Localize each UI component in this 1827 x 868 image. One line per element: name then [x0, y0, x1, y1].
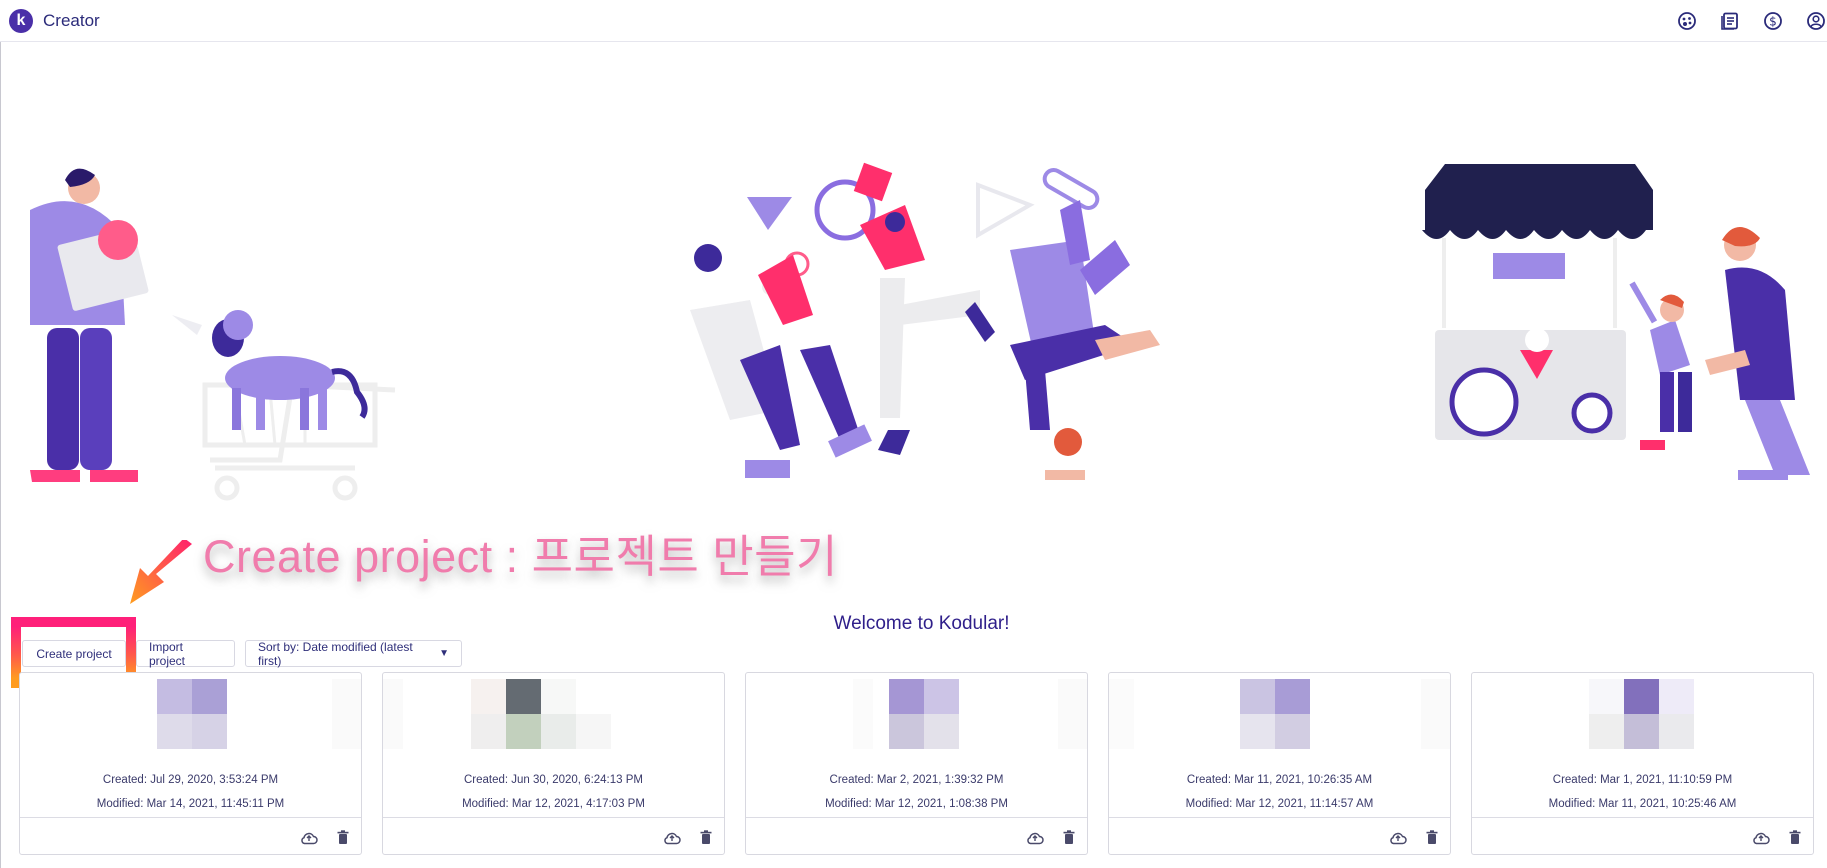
- project-grid: Created: Jul 29, 2020, 3:53:24 PM Modifi…: [19, 672, 1814, 855]
- project-card[interactable]: Created: Mar 11, 2021, 10:26:35 AM Modif…: [1108, 672, 1451, 855]
- modified-date: Modified: Mar 14, 2021, 11:45:11 PM: [96, 798, 285, 810]
- project-thumbnail: [20, 679, 361, 755]
- card-footer: [1109, 817, 1450, 855]
- modified-date: Modified: Mar 12, 2021, 4:17:03 PM: [462, 798, 645, 810]
- dancers-illustration: [690, 162, 1160, 480]
- cloud-upload-icon[interactable]: [1026, 829, 1044, 846]
- top-bar: k Creator $: [0, 0, 1827, 42]
- ice-cream-stand-illustration: [1422, 164, 1810, 480]
- top-icons: $: [1676, 10, 1827, 32]
- palette-icon[interactable]: [1676, 10, 1698, 32]
- project-card[interactable]: Created: Mar 1, 2021, 11:10:59 PM Modifi…: [1471, 672, 1814, 855]
- delete-icon[interactable]: [1423, 829, 1441, 846]
- cloud-upload-icon[interactable]: [663, 829, 681, 846]
- project-thumbnail: [1109, 679, 1450, 755]
- hero-illustration: [30, 162, 1810, 501]
- project-card[interactable]: Created: Mar 2, 2021, 1:39:32 PM Modifie…: [745, 672, 1088, 855]
- delete-icon[interactable]: [1060, 829, 1078, 846]
- create-project-button[interactable]: Create project: [22, 640, 126, 667]
- cloud-upload-icon[interactable]: [300, 829, 318, 846]
- kodular-logo[interactable]: k: [9, 9, 33, 33]
- created-date: Created: Mar 1, 2021, 11:10:59 PM: [1552, 774, 1733, 786]
- chevron-down-icon: ▼: [439, 648, 449, 659]
- project-toolbar: Create project Import project Sort by: D…: [22, 639, 462, 668]
- delete-icon[interactable]: [697, 829, 715, 846]
- modified-date: Modified: Mar 11, 2021, 10:25:46 AM: [1548, 798, 1737, 810]
- project-thumbnail: [1472, 679, 1813, 755]
- card-footer: [20, 817, 361, 855]
- created-date: Created: Jun 30, 2020, 6:24:13 PM: [463, 774, 643, 786]
- docs-icon[interactable]: [1719, 10, 1741, 32]
- dollar-icon[interactable]: $: [1762, 10, 1784, 32]
- project-thumbnail: [746, 679, 1087, 755]
- card-footer: [746, 817, 1087, 855]
- card-footer: [1472, 817, 1813, 855]
- project-card[interactable]: Created: Jul 29, 2020, 3:53:24 PM Modifi…: [19, 672, 362, 855]
- sort-dropdown[interactable]: Sort by: Date modified (latest first) ▼: [245, 639, 462, 668]
- svg-text:$: $: [1769, 15, 1777, 29]
- welcome-heading: Welcome to Kodular!: [833, 613, 1010, 634]
- delete-icon[interactable]: [334, 829, 352, 846]
- created-date: Created: Mar 2, 2021, 1:39:32 PM: [829, 774, 1004, 786]
- import-project-button[interactable]: Import project: [136, 640, 235, 668]
- created-date: Created: Mar 11, 2021, 10:26:35 AM: [1186, 774, 1373, 786]
- project-thumbnail: [383, 679, 724, 755]
- cloud-upload-icon[interactable]: [1389, 829, 1407, 846]
- annotation-arrow-icon: [130, 540, 192, 604]
- annotation-text: Create project : 프로젝트 만들기: [203, 531, 838, 582]
- delete-icon[interactable]: [1786, 829, 1804, 846]
- modified-date: Modified: Mar 12, 2021, 1:08:38 PM: [825, 798, 1008, 810]
- shopping-illustration: [30, 168, 396, 501]
- sort-label: Sort by: Date modified (latest first): [258, 639, 413, 668]
- created-date: Created: Jul 29, 2020, 3:53:24 PM: [102, 774, 279, 786]
- account-icon[interactable]: [1805, 10, 1827, 32]
- card-footer: [383, 817, 724, 855]
- app-title[interactable]: Creator: [43, 11, 100, 31]
- modified-date: Modified: Mar 12, 2021, 11:14:57 AM: [1185, 798, 1374, 810]
- cloud-upload-icon[interactable]: [1752, 829, 1770, 846]
- project-card[interactable]: Created: Jun 30, 2020, 6:24:13 PM Modifi…: [382, 672, 725, 855]
